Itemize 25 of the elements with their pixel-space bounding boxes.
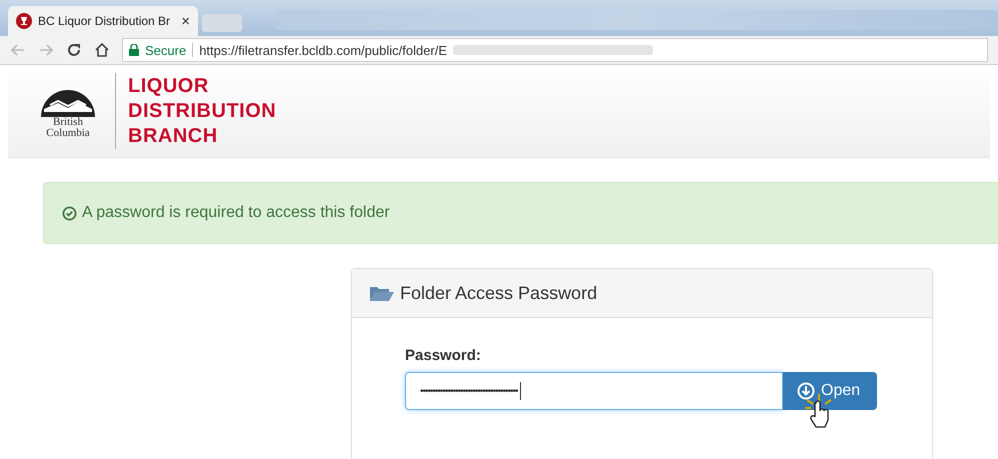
check-circle-icon xyxy=(62,206,77,220)
folder-icon xyxy=(370,285,394,301)
brand-title: BRANCH xyxy=(128,124,219,148)
home-icon[interactable] xyxy=(94,42,110,58)
secure-label: Secure xyxy=(145,42,186,58)
tab-title: BC Liquor Distribution Br xyxy=(38,14,172,28)
panel-title: Folder Access Password xyxy=(400,282,598,304)
goblet-icon xyxy=(16,13,32,29)
tab-close-button[interactable]: × xyxy=(181,12,190,30)
new-tab-button[interactable] xyxy=(202,14,242,32)
address-bar[interactable]: Secure https://filetransfer.bcldb.com/public/folder/E xyxy=(122,38,988,62)
alert-message: A password is required to access this folder xyxy=(82,204,390,222)
logo-text: Columbia xyxy=(46,128,90,139)
back-icon[interactable] xyxy=(10,42,26,58)
brand-title: DISTRIBUTION xyxy=(128,98,276,124)
brand-title: LIQUOR xyxy=(128,74,210,98)
download-circle-icon xyxy=(797,382,815,400)
browser-tab[interactable]: BC Liquor Distribution Br × xyxy=(8,6,198,36)
field-label: Password: xyxy=(405,347,482,364)
reload-icon[interactable] xyxy=(66,42,82,58)
url-text: https://filetransfer.bcldb.com/public/folder/E xyxy=(199,42,448,58)
password-field[interactable]: ••••••••••••••••••••••••••••••••••••••• xyxy=(405,372,783,410)
forward-icon[interactable] xyxy=(38,42,54,58)
logo-text: British xyxy=(53,117,83,128)
lock-icon xyxy=(129,44,139,56)
